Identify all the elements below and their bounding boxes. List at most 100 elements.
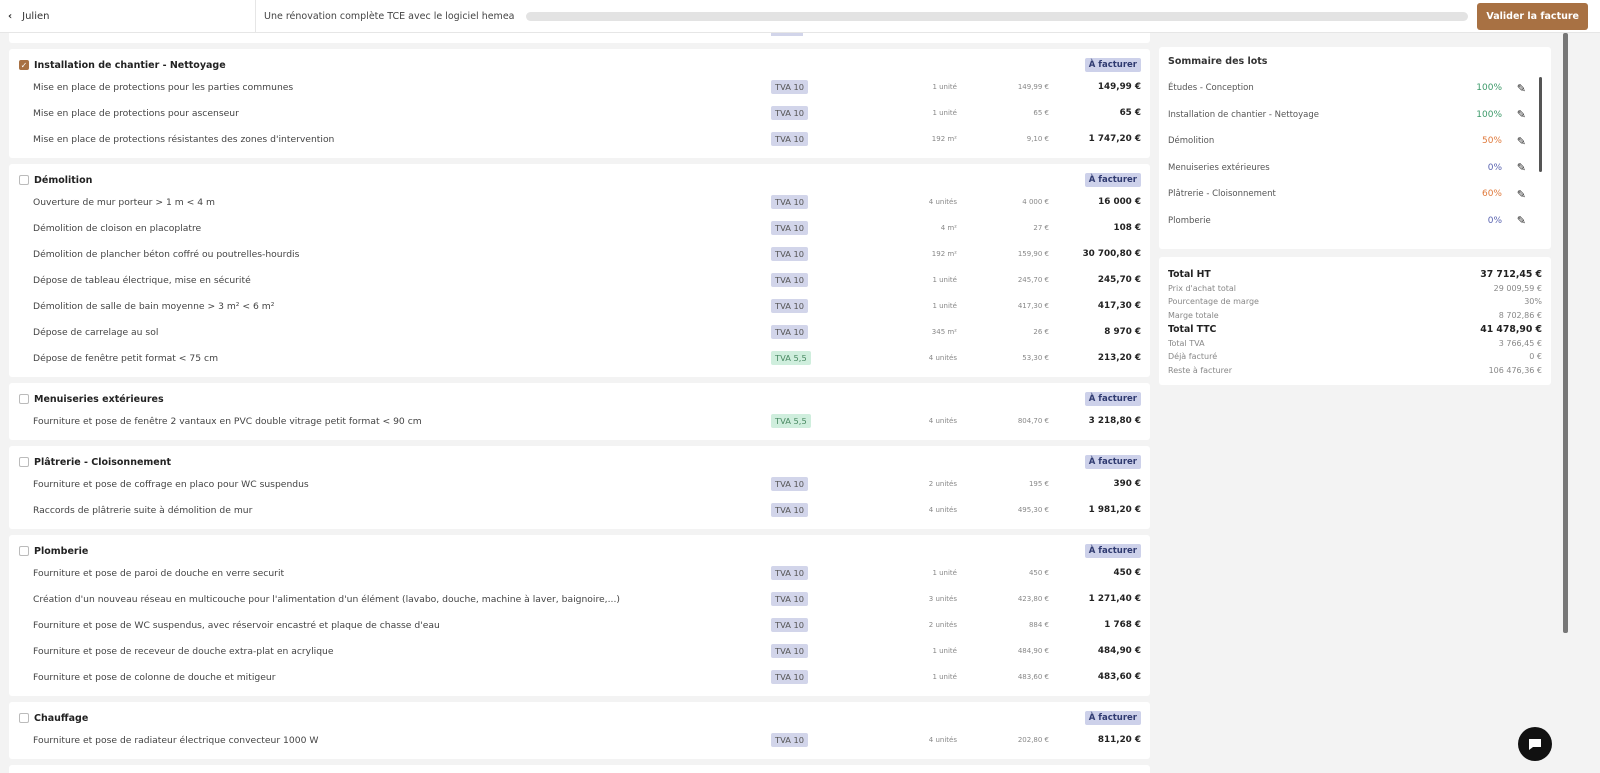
line-item[interactable]: Mise en place de protections pour ascens… [9,100,1150,126]
status-badge: À facturer [1084,392,1141,406]
top-bar: ‹ Julien Une rénovation complète TCE avec… [0,0,1600,33]
line-item[interactable]: Démolition de salle de bain moyenne > 3 … [9,293,1150,319]
lot-checkbox[interactable] [19,546,29,556]
pencil-icon[interactable]: ✎ [1517,82,1526,95]
tva-badge: TVA 10 [771,195,809,209]
pencil-icon[interactable]: ✎ [1517,188,1526,201]
lot-checkbox[interactable] [19,457,29,467]
item-description: Mise en place de protections pour ascens… [33,107,239,119]
item-unit-price: 27 € [1033,224,1049,232]
item-description: Raccords de plâtrerie suite à démolition… [33,504,253,516]
item-quantity: 1 unité [932,109,957,117]
chevron-left-icon: ‹ [8,10,13,22]
summary-item-name: Études - Conception [1168,83,1254,94]
item-total: 1 271,40 € [1088,594,1141,604]
item-unit-price: 195 € [1028,480,1049,488]
summary-item-name: Démolition [1168,136,1215,147]
line-item[interactable]: Mise en place de protections résistantes… [9,126,1150,152]
lot-checkbox[interactable] [19,175,29,185]
item-total: 16 000 € [1098,197,1141,207]
tva-badge: TVA 10 [771,592,809,606]
line-item[interactable]: Dépose de carrelage au sol TVA 10 345 m² 26… [9,319,1150,345]
line-item[interactable]: Démolition de plancher béton coffré ou p… [9,241,1150,267]
lot-card: Démolition À facturer Ouverture de mur por… [9,164,1150,377]
line-item[interactable]: Fourniture et pose de paroi de douche en… [9,560,1150,586]
item-description: Fourniture et pose de receveur de douche… [33,645,334,657]
item-unit-price: 159,90 € [1017,250,1049,258]
line-item[interactable]: Ouverture de mur porteur > 1 m < 4 m TVA … [9,189,1150,215]
line-item[interactable]: Fourniture et pose de colonne de douche … [9,664,1150,690]
line-item[interactable]: Fourniture et pose de WC suspendus, avec… [9,612,1150,638]
item-description: Dépose de fenêtre petit format < 75 cm [33,352,219,364]
totals-card: Total HT 37 712,45 € Prix d'achat total 29 … [1159,257,1551,385]
lots-summary: Sommaire des lots Études - Conception 100… [1159,47,1551,249]
project-title: Une rénovation complète TCE avec le logi… [264,10,515,22]
item-unit-price: 450 € [1028,569,1049,577]
tva-badge: TVA 5,5 [771,351,811,365]
line-item[interactable]: Fourniture et pose de radiateur électriq… [9,727,1150,753]
item-unit-price: 245,70 € [1017,276,1049,284]
lot-checkbox[interactable] [19,394,29,404]
summary-item[interactable]: Plomberie 0% ✎ [1168,208,1542,235]
page-scrollbar[interactable] [1563,33,1568,633]
line-item[interactable]: Mise en place de protections pour les pa… [9,74,1150,100]
tva-badge: TVA 10 [771,273,809,287]
summary-title: Sommaire des lots [1168,56,1268,67]
total-label: Total HT [1168,269,1211,280]
item-description: Fourniture et pose de colonne de douche … [33,671,276,683]
sidebar: Sommaire des lots Études - Conception 100… [1159,47,1551,385]
lot-header: ✓ Installation de chantier - Nettoyage À f… [9,56,1150,74]
lot-header: Menuiseries extérieures À facturer [9,390,1150,408]
item-unit-price: 53,30 € [1022,354,1049,362]
back-button[interactable]: ‹ Julien [0,0,256,33]
line-item[interactable]: Fourniture et pose de coffrage en placo … [9,471,1150,497]
summary-scrollbar[interactable] [1539,77,1542,172]
lot-checkbox[interactable] [19,713,29,723]
item-total: 417,30 € [1097,301,1141,311]
tva-badge: TVA 10 [771,132,809,146]
validate-invoice-button[interactable]: Valider la facture [1477,2,1588,30]
item-description: Ouverture de mur porteur > 1 m < 4 m [33,196,215,208]
lot-checkbox[interactable]: ✓ [19,60,29,70]
line-item[interactable]: Démolition de cloison en placoplatre TVA … [9,215,1150,241]
line-item[interactable]: Raccords de plâtrerie suite à démolition… [9,497,1150,523]
summary-item-name: Plomberie [1168,215,1211,226]
pencil-icon[interactable]: ✎ [1517,108,1526,121]
tva-badge: TVA 10 [771,477,809,491]
lot-card: ✓ Installation de chantier - Nettoyage À f… [9,49,1150,158]
summary-item-percent: 0% [1487,215,1502,226]
total-line: Total TTC 41 478,90 € [1168,322,1542,337]
item-unit-price: 26 € [1033,328,1049,336]
pencil-icon[interactable]: ✎ [1517,161,1526,174]
item-unit-price: 484,90 € [1017,647,1049,655]
summary-item[interactable]: Études - Conception 100% ✎ [1168,75,1542,102]
line-item[interactable]: Création d'un nouveau réseau en multicou… [9,586,1150,612]
line-item[interactable]: Dépose de tableau électrique, mise en sé… [9,267,1150,293]
pencil-icon[interactable]: ✎ [1517,135,1526,148]
tva-badge: TVA 10 [771,325,809,339]
total-line: Total HT 37 712,45 € [1168,267,1542,282]
line-item[interactable]: Fourniture et pose de fenêtre 2 vantaux … [9,408,1150,434]
item-description: Démolition de cloison en placoplatre [33,222,202,234]
total-value: 8 702,86 € [1498,310,1542,320]
summary-item-percent: 100% [1476,83,1502,94]
summary-item[interactable]: Démolition 50% ✎ [1168,128,1542,155]
summary-item-name: Menuiseries extérieures [1168,162,1270,173]
line-item[interactable]: Dépose de fenêtre petit format < 75 cm TV… [9,345,1150,371]
line-item[interactable]: Fourniture et pose de receveur de douche… [9,638,1150,664]
item-unit-price: 495,30 € [1017,506,1049,514]
total-line: Déjà facturé 0 € [1168,350,1542,363]
summary-item[interactable]: Plâtrerie - Cloisonnement 60% ✎ [1168,181,1542,208]
item-quantity: 1 unité [932,647,957,655]
pencil-icon[interactable]: ✎ [1517,214,1526,227]
chat-button[interactable] [1518,727,1552,761]
progress-bar [526,11,1469,21]
item-total: 390 € [1113,479,1141,489]
item-total: 484,90 € [1097,646,1141,656]
total-line: Prix d'achat total 29 009,59 € [1168,282,1542,295]
summary-item[interactable]: Menuiseries extérieures 0% ✎ [1168,155,1542,182]
summary-item[interactable]: Installation de chantier - Nettoyage 100%… [1168,102,1542,129]
item-description: Mise en place de protections résistantes… [33,133,335,145]
item-quantity: 3 unités [928,595,957,603]
item-total: 1 768 € [1104,620,1141,630]
